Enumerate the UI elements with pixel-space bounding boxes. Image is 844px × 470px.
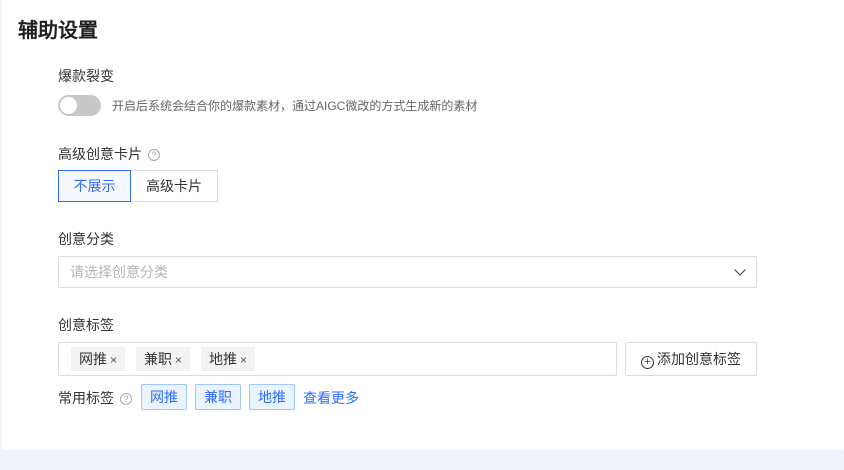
option-no-display[interactable]: 不展示 <box>58 170 131 202</box>
common-tag[interactable]: 地推 <box>249 384 295 410</box>
selected-tag: 网推 × <box>71 347 126 371</box>
selected-tag: 地推 × <box>201 347 256 371</box>
add-tag-label: 添加创意标签 <box>657 351 741 367</box>
question-circle-icon[interactable]: ? <box>120 393 132 405</box>
common-tag[interactable]: 网推 <box>141 384 187 410</box>
chevron-down-icon <box>734 264 746 276</box>
viral-description: 开启后系统会结合你的爆款素材，通过AIGC微改的方式生成新的素材 <box>112 99 478 113</box>
common-tag[interactable]: 兼职 <box>195 384 241 410</box>
view-more-link[interactable]: 查看更多 <box>303 388 359 408</box>
section-title: 辅助设置 <box>18 20 98 42</box>
close-icon[interactable]: × <box>175 353 182 367</box>
toggle-knob <box>60 97 77 114</box>
category-select[interactable]: 请选择创意分类 <box>58 256 757 288</box>
tag-text: 网推 <box>79 351 107 367</box>
common-tags-label: 常用标签? <box>58 388 132 408</box>
advanced-card-label-text: 高级创意卡片 <box>58 146 142 162</box>
viral-toggle[interactable] <box>58 95 101 116</box>
close-icon[interactable]: × <box>110 353 117 367</box>
auxiliary-settings-card: 辅助设置 爆款裂变 开启后系统会结合你的爆款素材，通过AIGC微改的方式生成新的… <box>2 0 844 450</box>
tag-text: 地推 <box>209 351 237 367</box>
tags-label: 创意标签 <box>58 317 114 333</box>
close-icon[interactable]: × <box>240 353 247 367</box>
option-advanced-card[interactable]: 高级卡片 <box>130 170 218 202</box>
selected-tag: 兼职 × <box>136 347 191 371</box>
advanced-card-label: 高级创意卡片? <box>58 144 160 164</box>
question-circle-icon[interactable]: ? <box>148 149 160 161</box>
tag-text: 兼职 <box>144 351 172 367</box>
common-tags-label-text: 常用标签 <box>58 390 114 406</box>
plus-circle-icon: + <box>641 356 654 369</box>
tags-input[interactable]: 网推 × 兼职 × 地推 × <box>58 342 617 376</box>
category-label: 创意分类 <box>58 231 114 247</box>
viral-label: 爆款裂变 <box>58 68 114 84</box>
add-tag-button[interactable]: + 添加创意标签 <box>625 342 757 376</box>
category-placeholder: 请选择创意分类 <box>70 264 168 280</box>
